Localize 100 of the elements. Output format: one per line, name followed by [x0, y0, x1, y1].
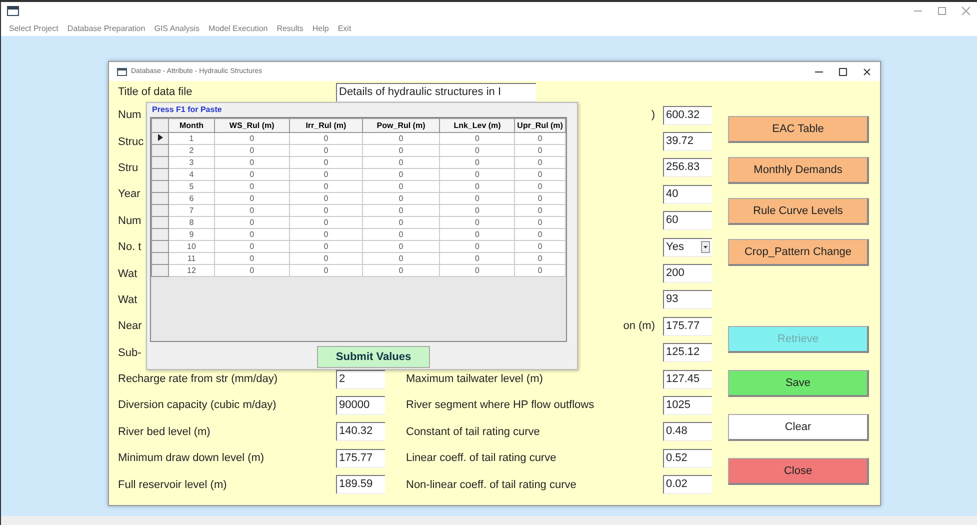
input-field[interactable]: 40 [663, 184, 712, 204]
field-label: Wat [118, 294, 138, 306]
table-cell: 0 [214, 192, 290, 204]
maximize-icon[interactable] [838, 66, 848, 76]
input-field[interactable]: 600.32 [663, 106, 712, 125]
field-label: Minimum draw down level (m) [118, 452, 264, 464]
menu-item[interactable]: Results [276, 24, 304, 32]
input-field[interactable]: 0.48 [663, 422, 712, 442]
table-cell: 0 [514, 144, 566, 156]
table-cell: 11 [168, 252, 214, 264]
input-field[interactable]: 0.52 [663, 448, 712, 468]
menu-item[interactable]: Model Execution [208, 24, 268, 32]
input-field[interactable]: 1025 [663, 396, 712, 415]
row-selector[interactable] [152, 132, 169, 144]
table-cell: 0 [440, 144, 515, 156]
input-field[interactable]: Details of hydraulic structures in I [336, 82, 536, 102]
table-cell: 0 [214, 228, 290, 240]
input-field[interactable]: 0.02 [663, 475, 712, 494]
table-cell: 0 [514, 168, 566, 180]
input-field[interactable]: 175.77 [663, 316, 712, 336]
column-header[interactable]: Irr_Rul (m) [290, 118, 362, 132]
table-cell: 0 [214, 204, 290, 216]
table-cell: 0 [440, 168, 515, 180]
field-label: Num [118, 214, 142, 227]
table-cell: 0 [362, 192, 440, 204]
menu-item[interactable]: Database Preparation [67, 24, 146, 32]
table-cell: 0 [514, 264, 566, 276]
action-button[interactable]: Save [728, 370, 869, 397]
input-field[interactable]: 93 [663, 290, 712, 310]
table-cell: 0 [362, 156, 440, 168]
input-field[interactable]: 140.32 [336, 422, 385, 442]
action-button[interactable]: Rule Curve Levels [728, 198, 869, 225]
field-label: Near [118, 320, 142, 332]
table-cell: 0 [290, 192, 362, 204]
table-cell: 8 [168, 216, 214, 228]
field-label: Stru [118, 162, 138, 174]
input-field[interactable]: 39.72 [663, 132, 712, 152]
column-header[interactable]: Upr_Rul (m) [514, 118, 566, 132]
table-cell: 0 [362, 204, 440, 216]
table-cell: 0 [514, 216, 566, 228]
action-button[interactable]: EAC Table [728, 116, 869, 143]
table-cell: 3 [168, 156, 214, 168]
menu-item[interactable]: Select Project [9, 24, 58, 32]
field-label: Recharge rate from str (mm/day) [118, 373, 278, 386]
table-cell: 0 [440, 216, 515, 228]
current-row-icon [158, 134, 163, 141]
input-field[interactable]: 175.77 [336, 448, 385, 468]
table-cell: 5 [168, 180, 214, 192]
table-cell: 0 [290, 144, 362, 156]
table-cell: 0 [514, 192, 566, 204]
table-cell: 1 [168, 132, 214, 144]
table-cell: 0 [290, 264, 362, 276]
table-cell: 0 [214, 252, 290, 264]
table-cell: 12 [168, 264, 214, 276]
field-label: Num [118, 109, 142, 122]
close-icon[interactable] [862, 66, 872, 76]
table-cell: 0 [214, 144, 290, 156]
action-button[interactable]: Crop_Pattern Change [728, 239, 869, 266]
table-cell: 0 [514, 204, 566, 216]
field-label: Non-linear coeff. of tail rating curve [406, 478, 576, 491]
app-icon [7, 6, 19, 16]
column-header[interactable]: Month [168, 118, 214, 132]
input-field[interactable]: 60 [663, 211, 712, 230]
input-field[interactable]: 200 [663, 264, 712, 284]
action-button[interactable]: Clear [728, 414, 869, 441]
input-field[interactable]: 125.12 [663, 343, 712, 362]
table-cell: 0 [290, 204, 362, 216]
menu-item[interactable]: Help [312, 24, 329, 32]
input-field[interactable]: 90000 [336, 396, 385, 415]
column-header[interactable]: Lnk_Lev (m) [440, 118, 515, 132]
action-button[interactable]: Monthly Demands [728, 157, 869, 184]
menu-item[interactable]: Exit [338, 24, 352, 32]
table-cell: 0 [290, 168, 362, 180]
input-field[interactable]: 127.45 [663, 370, 712, 389]
table-cell: 0 [440, 156, 515, 168]
menu-item[interactable]: GIS Analysis [154, 24, 200, 32]
field-label: Linear coeff. of tail rating curve [406, 452, 556, 464]
table-cell: 0 [514, 156, 566, 168]
column-header[interactable]: Pow_Rul (m) [362, 118, 440, 132]
table-cell: 0 [290, 132, 362, 144]
action-button[interactable]: Close [728, 458, 869, 485]
table-cell: 0 [362, 144, 440, 156]
input-field[interactable]: 2 [336, 370, 385, 389]
field-label: Maximum tailwater level (m) [406, 373, 543, 386]
table-cell: 0 [514, 252, 566, 264]
submit-button[interactable]: Submit Values [317, 346, 430, 368]
dropdown[interactable]: Yes [663, 238, 712, 257]
paste-hint: Press F1 for Paste [151, 104, 222, 116]
table-cell: 0 [290, 240, 362, 252]
table-cell: 4 [168, 168, 214, 180]
table-cell: 0 [214, 132, 290, 144]
table-cell: 0 [214, 240, 290, 252]
table-cell: 0 [214, 216, 290, 228]
input-field[interactable]: 256.83 [663, 158, 712, 178]
table-cell: 9 [168, 228, 214, 240]
table-cell: 0 [362, 228, 440, 240]
field-label: River bed level (m) [118, 426, 210, 438]
input-field[interactable]: 189.59 [336, 475, 385, 494]
table-cell: 0 [440, 252, 515, 264]
column-header[interactable]: WS_Rul (m) [214, 118, 290, 132]
